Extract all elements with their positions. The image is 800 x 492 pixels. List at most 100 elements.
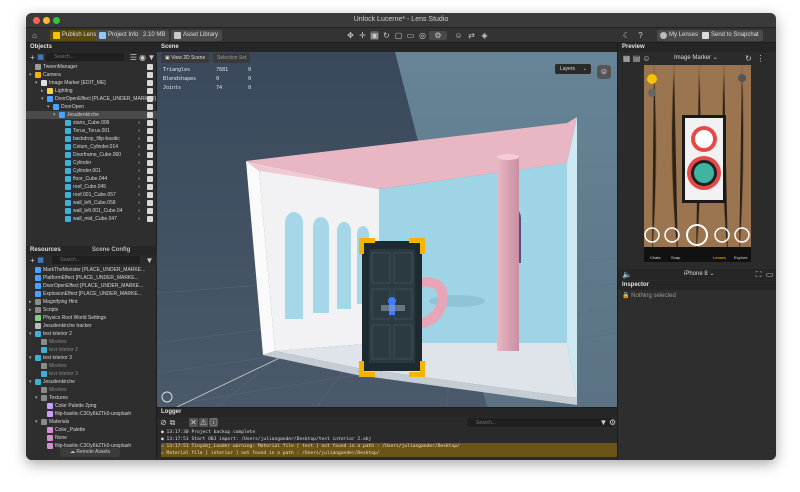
resource-item[interactable]: None xyxy=(26,434,157,442)
scale-tool-icon[interactable]: ▢ xyxy=(394,31,403,40)
more-icon[interactable]: ⋮ xyxy=(756,54,765,63)
remote-assets-button[interactable]: ☁ Remote Assets xyxy=(60,448,120,457)
move-tool-icon[interactable]: ✛ xyxy=(358,31,367,40)
object-item[interactable]: wall_mid_Cube.047 ◐ xyxy=(26,215,157,223)
expand-arrow-icon[interactable]: ▸ xyxy=(41,87,44,95)
resource-filter-icon[interactable]: ▦ xyxy=(36,256,45,265)
expand-arrow-icon[interactable]: ▾ xyxy=(53,111,56,119)
publish-lens-button[interactable]: Publish Lens xyxy=(50,30,101,41)
object-item[interactable]: Cylinder ◐ xyxy=(26,159,157,167)
view-2d-scene-tab[interactable]: ▣ View 2D Scene xyxy=(161,53,210,63)
phone-nav-item[interactable]: Snap xyxy=(671,255,680,260)
preview-mode-dropdown[interactable]: Image Marker ⌄ xyxy=(674,54,718,63)
resources-search-input[interactable] xyxy=(52,256,140,264)
resource-item[interactable]: ▸ Scripts xyxy=(26,306,157,314)
local-space-icon[interactable]: ◎ xyxy=(418,31,427,40)
visibility-icon[interactable]: ◉ xyxy=(138,53,147,62)
refresh-icon[interactable]: ↻ xyxy=(744,54,753,63)
enabled-checkbox[interactable] xyxy=(147,208,153,214)
sort-icon[interactable]: ☰ xyxy=(129,53,138,62)
selection-set-tab[interactable]: Selection Set xyxy=(213,53,251,63)
expand-arrow-icon[interactable]: ▾ xyxy=(41,95,44,103)
enabled-checkbox[interactable] xyxy=(147,80,153,86)
select-tool-icon[interactable]: ▣ xyxy=(370,31,379,40)
enabled-checkbox[interactable] xyxy=(147,120,153,126)
phone-preview-screen[interactable]: Chats Snap Lenses Explore xyxy=(644,65,751,262)
tab-scene-config[interactable]: Scene Config xyxy=(92,246,130,255)
snapchat-ghost-icon[interactable]: ☺ xyxy=(597,65,611,79)
resource-item[interactable]: ▸ Magnifying Hint xyxy=(26,298,157,306)
expand-arrow-icon[interactable]: ▸ xyxy=(29,298,32,306)
expand-arrow-icon[interactable]: ▾ xyxy=(47,103,50,111)
resource-item[interactable]: Color_Palette xyxy=(26,426,157,434)
info-filter-icon[interactable]: ⓘ xyxy=(209,418,218,427)
object-item[interactable]: Doorframe_Cube.060 ◐ xyxy=(26,151,157,159)
resource-item[interactable]: Meshes xyxy=(26,338,157,346)
preview-person-icon[interactable]: ☺ xyxy=(642,54,651,63)
dark-mode-icon[interactable]: ☾ xyxy=(622,31,631,40)
enabled-checkbox[interactable] xyxy=(147,64,153,70)
warning-filter-icon[interactable]: ⚠ xyxy=(199,418,208,427)
enabled-checkbox[interactable] xyxy=(147,72,153,78)
enabled-checkbox[interactable] xyxy=(147,96,153,102)
enabled-checkbox[interactable] xyxy=(147,144,153,150)
log-line[interactable]: ● 13:17:30 Project backup complete xyxy=(161,429,617,436)
copy-log-icon[interactable]: ⧉ xyxy=(168,418,177,427)
logger-search-input[interactable] xyxy=(467,418,612,427)
resource-item[interactable]: ▾ Jesuitenkirche xyxy=(26,378,157,386)
lens-carousel[interactable] xyxy=(644,223,751,247)
object-item[interactable]: wall_left.001_Cube.04 ◐ xyxy=(26,207,157,215)
layers-dropdown[interactable]: Layers ⌄ xyxy=(555,64,591,74)
enabled-checkbox[interactable] xyxy=(147,216,153,222)
logger-filter-icon[interactable]: ▼ xyxy=(599,418,608,427)
scene-panel[interactable]: Scene ▣ View 2D Scene Selection Set Tria… xyxy=(157,43,617,407)
object-item[interactable]: Cylinder.001 ◐ xyxy=(26,167,157,175)
resource-item[interactable]: PlatformEffect [PLACE_UNDER_MARKE... xyxy=(26,274,157,282)
object-item[interactable]: stairs_Cube.006 ◐ xyxy=(26,119,157,127)
enabled-checkbox[interactable] xyxy=(147,176,153,182)
resource-item[interactable]: ▾ test interior 3 xyxy=(26,354,157,362)
object-item[interactable]: ▸ Lighting xyxy=(26,87,157,95)
lens-icon[interactable]: ◈ xyxy=(480,31,489,40)
my-lenses-button[interactable]: My Lenses xyxy=(657,30,703,41)
enabled-checkbox[interactable] xyxy=(147,184,153,190)
object-item[interactable]: floor_Cube.044 ◐ xyxy=(26,175,157,183)
resource-item[interactable]: Jesuitenkirche tracker xyxy=(26,322,157,330)
expand-arrow-icon[interactable]: ▸ xyxy=(29,306,32,314)
object-item[interactable]: backdrop_filip-basitic ◐ xyxy=(26,135,157,143)
log-line[interactable]: ● 13:17:51 Start OBJ import: /Users/juli… xyxy=(161,436,617,443)
enabled-checkbox[interactable] xyxy=(147,136,153,142)
filter-icon[interactable]: ▼ xyxy=(147,53,156,62)
object-item[interactable]: TweenManager xyxy=(26,63,157,71)
expand-arrow-icon[interactable]: ▾ xyxy=(29,378,32,386)
resource-item[interactable]: Meshes xyxy=(26,386,157,394)
resource-item[interactable]: ExplosionEffect [PLACE_UNDER_MARKE... xyxy=(26,290,157,298)
funnel-icon[interactable]: ▼ xyxy=(145,256,154,265)
resource-item[interactable]: DoorOpenEffect [PLACE_UNDER_MARKE... xyxy=(26,282,157,290)
sound-icon[interactable]: 🔈 xyxy=(622,270,632,279)
home-icon[interactable]: ⌂ xyxy=(30,31,39,40)
collaboration-icon[interactable]: ☺ xyxy=(454,31,463,40)
phone-nav-item[interactable]: Lenses xyxy=(713,255,726,260)
log-line[interactable]: ⚠ Material file [ interior ] not found i… xyxy=(161,450,617,457)
resource-item[interactable]: MarkTheMonster [PLACE_UNDER_MARKE... xyxy=(26,266,157,274)
enabled-checkbox[interactable] xyxy=(147,192,153,198)
object-item[interactable]: ▾ DoorOpenEffect [PLACE_UNDER_MARKER] xyxy=(26,95,157,103)
objects-search-input[interactable] xyxy=(46,53,124,61)
resource-item[interactable]: ▾ Textures xyxy=(26,394,157,402)
expand-arrow-icon[interactable]: ▾ xyxy=(29,330,32,338)
enabled-checkbox[interactable] xyxy=(147,128,153,134)
enabled-checkbox[interactable] xyxy=(147,88,153,94)
preview-grid-icon[interactable]: ▦ xyxy=(622,54,631,63)
object-item[interactable]: wall_left_Cube.058 ◐ xyxy=(26,199,157,207)
resource-item[interactable]: test interior 3 xyxy=(26,370,157,378)
resource-item[interactable]: Physics Root World Settings xyxy=(26,314,157,322)
object-filter-icon[interactable]: ▦ xyxy=(36,53,45,62)
scene-viewport[interactable] xyxy=(157,43,617,407)
resource-item[interactable]: Color Palette 2png xyxy=(26,402,157,410)
enabled-checkbox[interactable] xyxy=(147,104,153,110)
resource-item[interactable]: ▾ Materials xyxy=(26,418,157,426)
object-item[interactable]: ▾ DoorOpen xyxy=(26,103,157,111)
error-filter-icon[interactable]: ✕ xyxy=(189,418,198,427)
resource-item[interactable]: ▾ test interior 2 xyxy=(26,330,157,338)
